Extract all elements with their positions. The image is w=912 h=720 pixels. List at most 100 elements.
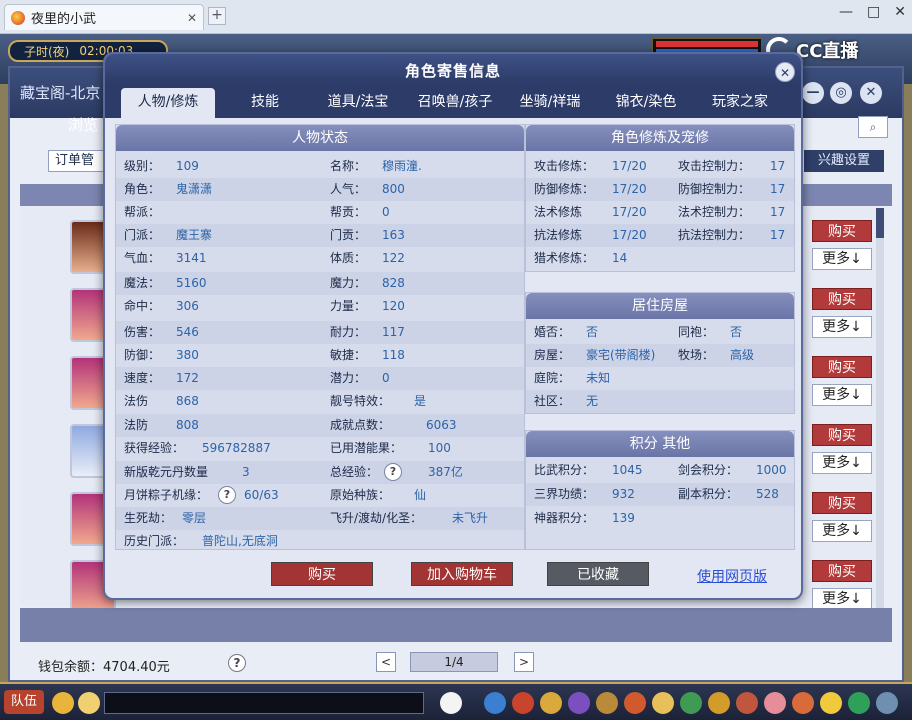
listing-buy-button[interactable]: 购买 [812, 356, 872, 378]
cultivation-label: 法术修炼 [534, 205, 583, 219]
housing-value: 未知 [586, 371, 611, 385]
smile-icon[interactable] [820, 692, 842, 714]
listing-more-button[interactable]: 更多↓ [812, 588, 872, 610]
team-icon[interactable] [568, 692, 590, 714]
bell-icon[interactable] [708, 692, 730, 714]
cultivation-value: 17 [770, 182, 786, 196]
page-indicator: 1/4 [410, 652, 498, 672]
listing-more-button[interactable]: 更多↓ [812, 384, 872, 406]
scrollbar-thumb[interactable] [876, 208, 884, 238]
stat-value: 120 [382, 299, 405, 313]
listing-buy-button[interactable]: 购买 [812, 560, 872, 582]
housing-value: 高级 [730, 348, 755, 362]
pet-icon[interactable] [440, 692, 462, 714]
team-button[interactable]: 队伍 [4, 690, 44, 714]
tab-pets[interactable]: 召唤兽/孩子 [407, 88, 503, 118]
stat-value: 0 [382, 371, 390, 385]
tab-player-home[interactable]: 玩家之家 [697, 88, 783, 118]
dialog-title: 角色寄售信息 [404, 62, 501, 80]
system-icon[interactable] [848, 692, 870, 714]
housing-label: 庭院： [534, 371, 571, 385]
event-icon[interactable] [792, 692, 814, 714]
housing-heading: 居住房屋 [526, 293, 794, 319]
tab-costumes[interactable]: 锦衣/染色 [603, 88, 689, 118]
stat-value: 118 [382, 348, 405, 362]
new-tab-button[interactable]: + [208, 7, 226, 25]
stat-value: 380 [176, 348, 199, 362]
close-window-button[interactable]: ✕ [894, 4, 906, 20]
housing-value: 否 [730, 325, 743, 339]
listing-buy-button[interactable]: 购买 [812, 288, 872, 310]
stat-value: 828 [382, 276, 405, 290]
stat-label: 人气： [330, 182, 367, 196]
computer-icon[interactable] [876, 692, 898, 714]
emote-icon[interactable] [78, 692, 100, 714]
listing-more-button[interactable]: 更多↓ [812, 452, 872, 474]
search-icon[interactable]: ⌕ [858, 116, 888, 138]
gift-icon[interactable] [764, 692, 786, 714]
voice-icon[interactable] [52, 692, 74, 714]
role-consignment-dialog: 角色寄售信息 ✕ 人物/修炼 技能 道具/法宝 召唤兽/孩子 坐骑/祥瑞 锦衣/… [103, 52, 803, 600]
points-value: 932 [612, 487, 635, 501]
tab-character[interactable]: 人物/修炼 [121, 88, 215, 118]
tab-close-icon[interactable]: ✕ [187, 11, 197, 25]
stat-label: 力量： [330, 299, 367, 313]
chat-input[interactable] [104, 692, 424, 714]
listing-buy-button[interactable]: 购买 [812, 220, 872, 242]
dialog-close-icon[interactable]: ✕ [775, 62, 795, 82]
points-label: 剑会积分： [678, 463, 739, 477]
favorited-button[interactable]: 已收藏 [547, 562, 649, 586]
market-settings-icon[interactable]: ◎ [830, 82, 852, 104]
stat-value: 100 [428, 441, 451, 455]
maximize-button[interactable]: □ [867, 4, 880, 20]
next-page-button[interactable]: > [514, 652, 534, 672]
friends-icon[interactable] [680, 692, 702, 714]
market-minimize-icon[interactable]: — [802, 82, 824, 104]
tab-skills[interactable]: 技能 [235, 88, 295, 118]
stat-label: 成就点数： [330, 418, 391, 432]
browser-tab[interactable]: 夜里的小武 ✕ [4, 4, 204, 30]
item-icon[interactable] [540, 692, 562, 714]
listing-buy-button[interactable]: 购买 [812, 492, 872, 514]
prev-page-button[interactable]: < [376, 652, 396, 672]
stat-label: 飞升/渡劫/化圣： [330, 511, 423, 525]
use-web-version-link[interactable]: 使用网页版 [697, 566, 767, 586]
listing-buy-button[interactable]: 购买 [812, 424, 872, 446]
interest-settings-button[interactable]: 兴趣设置 [804, 150, 884, 172]
cultivation-value: 17 [770, 228, 786, 242]
stat-label: 原始种族： [330, 488, 391, 502]
guild-icon[interactable] [596, 692, 618, 714]
scroll-icon[interactable] [652, 692, 674, 714]
skill-icon[interactable] [484, 692, 506, 714]
listing-more-button[interactable]: 更多↓ [812, 520, 872, 542]
stat-label: 法防 [124, 418, 149, 432]
market-close-icon[interactable]: ✕ [860, 82, 882, 104]
minimize-button[interactable]: — [839, 4, 853, 20]
cultivation-value: 17/20 [612, 228, 647, 242]
stat-label: 命中： [124, 299, 161, 313]
stat-value: 868 [176, 394, 199, 408]
listing-scrollbar[interactable] [876, 208, 884, 608]
stat-label: 魔法： [124, 276, 161, 290]
game-taskbar: 队伍 [0, 682, 912, 720]
quest-icon[interactable] [624, 692, 646, 714]
wallet-help-icon[interactable]: ? [228, 654, 246, 672]
shop-icon[interactable] [736, 692, 758, 714]
bag-icon[interactable] [512, 692, 534, 714]
character-status-heading: 人物状态 [116, 125, 524, 151]
tab-items[interactable]: 道具/法宝 [313, 88, 403, 118]
housing-label: 社区： [534, 394, 571, 408]
buy-button[interactable]: 购买 [271, 562, 373, 586]
stat-label: 获得经验： [124, 441, 185, 455]
total-exp-help-icon[interactable]: ? [384, 463, 402, 481]
add-to-cart-button[interactable]: 加入购物车 [411, 562, 513, 586]
cultivation-label: 攻击控制力： [678, 159, 751, 173]
mooncake-help-icon[interactable]: ? [218, 486, 236, 504]
listing-more-button[interactable]: 更多↓ [812, 316, 872, 338]
stat-value: 3141 [176, 251, 207, 265]
cultivation-label: 抗法控制力： [678, 228, 751, 242]
market-browse-label[interactable]: 浏览 [68, 114, 98, 135]
listing-more-button[interactable]: 更多↓ [812, 248, 872, 270]
tab-mounts[interactable]: 坐骑/祥瑞 [505, 88, 595, 118]
stat-label: 总经验： [330, 465, 379, 479]
